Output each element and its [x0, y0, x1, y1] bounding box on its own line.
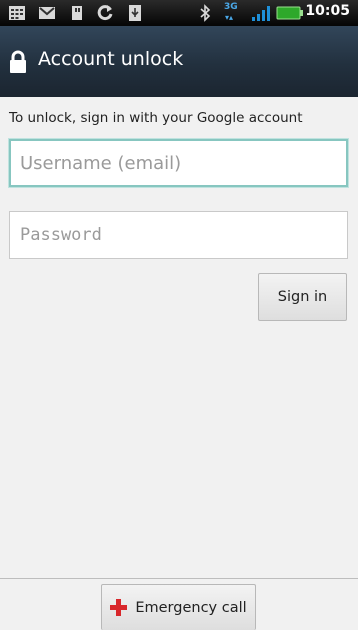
clock: 10:05 — [305, 3, 350, 19]
calendar-icon — [9, 6, 25, 20]
account-unlock-screen: 3G ▾▴ 10:05 Account unlock To unlock, si… — [0, 0, 358, 630]
network-type-label: 3G — [224, 2, 238, 12]
sign-in-label: Sign in — [277, 289, 328, 305]
title-bar: Account unlock — [0, 26, 358, 97]
data-arrows-icon: ▾▴ — [225, 13, 234, 22]
bluetooth-icon — [200, 4, 211, 22]
username-input[interactable]: Username (email) — [9, 139, 348, 187]
password-placeholder: Password — [20, 225, 102, 245]
gmail-icon — [39, 7, 55, 19]
red-cross-icon — [110, 599, 128, 616]
battery-icon — [276, 6, 303, 20]
sync-icon — [97, 5, 113, 21]
emergency-call-button[interactable]: Emergency call — [101, 584, 256, 630]
signal-icon — [252, 6, 270, 21]
password-input[interactable]: Password — [9, 211, 348, 259]
bottom-divider — [0, 578, 358, 579]
emergency-call-label: Emergency call — [135, 599, 247, 616]
instruction-text: To unlock, sign in with your Google acco… — [9, 110, 303, 126]
status-bar: 3G ▾▴ 10:05 — [0, 0, 358, 26]
username-placeholder: Username (email) — [20, 152, 182, 174]
page-title: Account unlock — [38, 48, 184, 70]
sd-card-icon — [72, 6, 82, 20]
data-icon: 3G ▾▴ — [224, 2, 244, 24]
lock-icon — [10, 50, 26, 73]
usb-debug-icon — [129, 5, 141, 21]
sign-in-button[interactable]: Sign in — [258, 273, 347, 321]
